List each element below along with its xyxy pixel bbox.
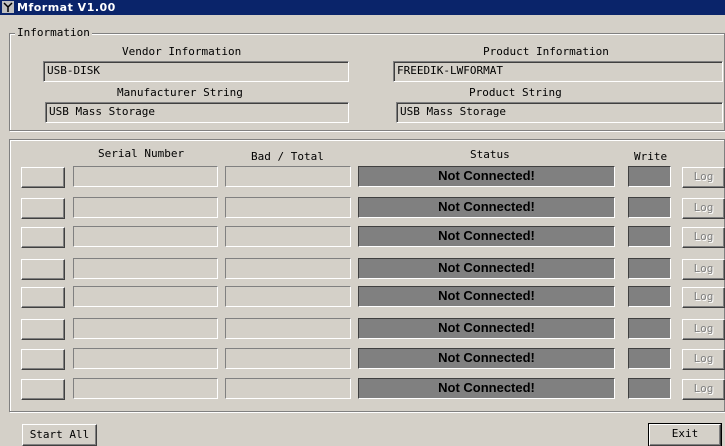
port-button[interactable] bbox=[21, 167, 65, 188]
vendor-field: USB-DISK bbox=[43, 61, 349, 82]
product-string-field: USB Mass Storage bbox=[396, 102, 723, 123]
port-button[interactable] bbox=[21, 287, 65, 308]
bad-total-field bbox=[225, 166, 351, 187]
serial-number-field bbox=[73, 258, 218, 279]
bad-total-field bbox=[225, 197, 351, 218]
manufacturer-field: USB Mass Storage bbox=[45, 102, 349, 123]
status-field: Not Connected! bbox=[358, 286, 615, 307]
serial-number-field bbox=[73, 378, 218, 399]
log-button[interactable]: Log bbox=[682, 227, 725, 248]
log-button[interactable]: Log bbox=[682, 349, 725, 370]
serial-number-field bbox=[73, 197, 218, 218]
information-legend: Information bbox=[15, 26, 92, 39]
bad-total-field bbox=[225, 226, 351, 247]
write-indicator bbox=[628, 226, 671, 247]
bad-total-field bbox=[225, 286, 351, 307]
bad-total-field bbox=[225, 318, 351, 339]
product-field: FREEDIK-LWFORMAT bbox=[393, 61, 723, 82]
port-button[interactable] bbox=[21, 349, 65, 370]
serial-number-field bbox=[73, 166, 218, 187]
bad-total-field bbox=[225, 258, 351, 279]
serial-number-field bbox=[73, 348, 218, 369]
write-indicator bbox=[628, 286, 671, 307]
write-indicator bbox=[628, 197, 671, 218]
status-header: Status bbox=[470, 148, 510, 161]
vendor-label: Vendor Information bbox=[122, 45, 242, 58]
status-field: Not Connected! bbox=[358, 258, 615, 279]
product-label: Product Information bbox=[483, 45, 609, 58]
product-string-label: Product String bbox=[469, 86, 562, 99]
serial-number-field bbox=[73, 286, 218, 307]
port-button[interactable] bbox=[21, 379, 65, 400]
bad-total-field bbox=[225, 348, 351, 369]
write-indicator bbox=[628, 258, 671, 279]
window-title: Mformat V1.00 bbox=[17, 1, 116, 14]
serial-header: Serial Number bbox=[98, 147, 185, 160]
start-all-button[interactable]: Start All bbox=[22, 424, 97, 446]
write-indicator bbox=[628, 318, 671, 339]
log-button[interactable]: Log bbox=[682, 319, 725, 340]
bad-total-header: Bad / Total bbox=[251, 150, 324, 163]
exit-button[interactable]: Exit bbox=[648, 423, 722, 446]
log-button[interactable]: Log bbox=[682, 167, 725, 188]
status-field: Not Connected! bbox=[358, 226, 615, 247]
status-field: Not Connected! bbox=[358, 378, 615, 399]
bad-total-field bbox=[225, 378, 351, 399]
write-indicator bbox=[628, 166, 671, 187]
log-button[interactable]: Log bbox=[682, 379, 725, 400]
write-indicator bbox=[628, 348, 671, 369]
log-button[interactable]: Log bbox=[682, 198, 725, 219]
write-indicator bbox=[628, 378, 671, 399]
title-bar[interactable]: Mformat V1.00 bbox=[0, 0, 725, 15]
port-button[interactable] bbox=[21, 259, 65, 280]
port-button[interactable] bbox=[21, 227, 65, 248]
status-field: Not Connected! bbox=[358, 318, 615, 339]
serial-number-field bbox=[73, 318, 218, 339]
write-header: Write bbox=[634, 150, 668, 163]
port-button[interactable] bbox=[21, 319, 65, 340]
status-field: Not Connected! bbox=[358, 166, 615, 187]
manufacturer-label: Manufacturer String bbox=[117, 86, 243, 99]
serial-number-field bbox=[73, 226, 218, 247]
status-field: Not Connected! bbox=[358, 348, 615, 369]
log-button[interactable]: Log bbox=[682, 287, 725, 308]
port-button[interactable] bbox=[21, 198, 65, 219]
log-button[interactable]: Log bbox=[682, 259, 725, 280]
status-field: Not Connected! bbox=[358, 197, 615, 218]
tool-icon bbox=[2, 1, 14, 13]
